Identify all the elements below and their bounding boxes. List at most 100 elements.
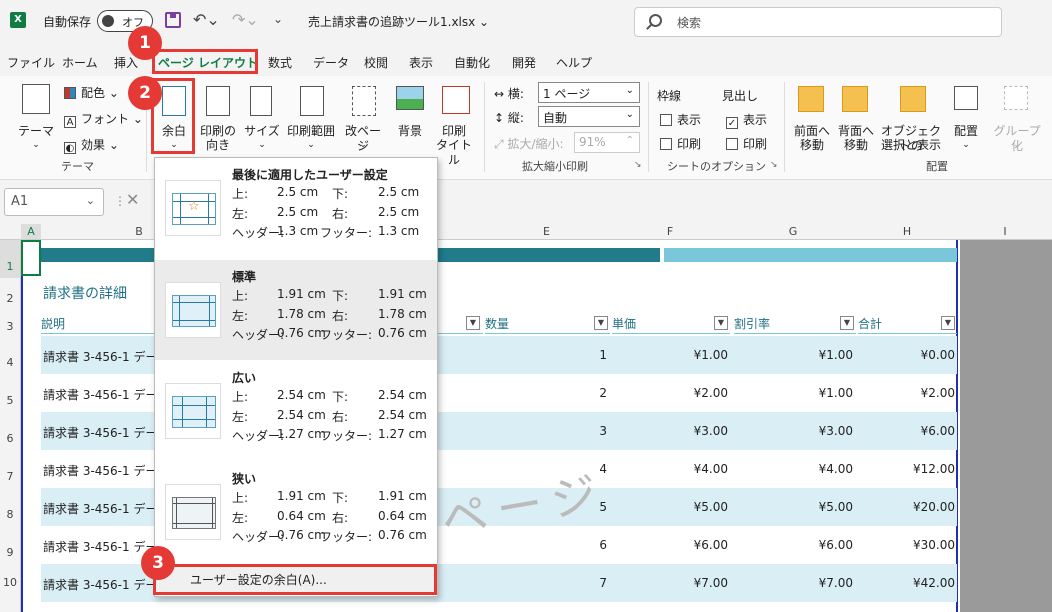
column-header[interactable]: A (21, 224, 41, 240)
cancel-entry-icon[interactable]: ✕ (126, 190, 139, 209)
quick-access-more-icon[interactable]: ⌄ (273, 12, 283, 26)
orientation-label-2: 向き (205, 138, 230, 152)
bring-forward-button[interactable]: 前面へ 移動 (790, 82, 834, 152)
value-left: 1.78 cm (277, 307, 326, 321)
headings-print-checkbox[interactable]: 印刷 (726, 135, 767, 152)
tab-data[interactable]: データ (313, 54, 349, 71)
margin-option-wide[interactable]: 広い 上: 2.54 cm 下: 2.54 cm 左: 2.54 cm 右: 2.54 cm… (155, 361, 437, 461)
active-cell[interactable] (21, 240, 41, 276)
row-header[interactable]: 5 (0, 374, 21, 412)
file-name[interactable]: 売上請求書の追跡ツール1.xlsx ⌄ (308, 13, 489, 30)
row-header[interactable]: 9 (0, 526, 21, 564)
width-select[interactable]: 1 ページ ⌄ (538, 82, 640, 103)
value-right: 0.64 cm (378, 509, 427, 523)
chevron-down-icon: ⌄ (625, 85, 634, 96)
cell-discount: ¥7.00 (818, 576, 853, 590)
gridlines-print-checkbox[interactable]: 印刷 (660, 135, 701, 152)
height-select[interactable]: 自動 ⌄ (538, 106, 640, 127)
headings-view-label: 表示 (743, 113, 768, 127)
row-header[interactable]: 4 (0, 336, 21, 374)
theme-colors-button[interactable]: 配色 ⌄ (64, 84, 119, 101)
column-header[interactable]: E (483, 224, 610, 240)
row-header[interactable]: 6 (0, 412, 21, 450)
margin-line (206, 397, 207, 427)
row-header[interactable]: 10 (0, 564, 21, 612)
orientation-button[interactable]: 印刷の 向き (198, 82, 238, 152)
margins-dropdown-menu: ☆ 最後に適用したユーザー設定 上: 2.5 cm 下: 2.5 cm 左: 2.5 c… (154, 157, 438, 597)
scale-input[interactable]: 91% ⌃ (574, 132, 640, 153)
dialog-launcher-icon[interactable]: ↘ (634, 160, 642, 170)
value-bottom: 2.54 cm (378, 388, 427, 402)
row-header[interactable]: 8 (0, 488, 21, 526)
gridlines-view-checkbox[interactable]: 表示 (660, 111, 701, 128)
filter-dropdown-icon[interactable]: ▼ (714, 316, 728, 330)
cell-description: 請求書 3-456-1 デー (43, 502, 158, 516)
label-left: 左: (232, 410, 249, 424)
theme-fonts-button[interactable]: A フォント ⌄ (64, 110, 143, 128)
tab-formulas[interactable]: 数式 (268, 54, 292, 71)
height-label: ↕ 縦: (494, 109, 524, 126)
row-header[interactable]: 1 (0, 240, 21, 278)
row-header[interactable]: 2 (0, 278, 21, 308)
filter-dropdown-icon[interactable]: ▼ (594, 316, 608, 330)
save-icon[interactable] (165, 12, 181, 28)
margin-option-title: 広い (232, 371, 257, 385)
scale-value: 91% (579, 135, 606, 149)
margin-option-last-custom[interactable]: ☆ 最後に適用したユーザー設定 上: 2.5 cm 下: 2.5 cm 左: 2.5 c… (155, 158, 437, 258)
align-label: 配置 (953, 124, 978, 138)
value-footer: 0.76 cm (378, 326, 427, 340)
vertical-dots-icon: ⋮ (114, 194, 126, 208)
column-header[interactable]: I (958, 224, 1052, 240)
themes-button[interactable]: テーマ ⌄ (14, 82, 58, 152)
headings-view-checkbox[interactable]: ✓ 表示 (726, 111, 767, 129)
outside-print-area (960, 240, 1052, 612)
dialog-launcher-icon[interactable]: ↘ (770, 160, 778, 170)
column-header[interactable]: G (730, 224, 856, 240)
tab-view[interactable]: 表示 (409, 54, 433, 71)
row-header[interactable]: 7 (0, 450, 21, 488)
tab-home[interactable]: ホーム (62, 54, 98, 71)
print-titles-label-2: タイトル (435, 138, 472, 167)
label-right: 右: (332, 410, 349, 424)
send-backward-button[interactable]: 背面へ 移動 (836, 82, 876, 152)
breaks-button[interactable]: 改ページ ⌄ (340, 82, 386, 153)
tab-review[interactable]: 校閲 (364, 54, 388, 71)
margin-option-narrow[interactable]: 狭い 上: 1.91 cm 下: 1.91 cm 左: 0.64 cm 右: 0.64 cm… (155, 462, 437, 562)
tab-developer[interactable]: 開発 (512, 54, 536, 71)
undo-icon[interactable]: ↶⌄ (193, 10, 220, 29)
cell-quantity: 3 (599, 424, 607, 438)
background-button[interactable]: 背景 (392, 82, 428, 152)
color-palette-icon (64, 87, 76, 99)
gridlines-print-label: 印刷 (677, 137, 702, 151)
filter-dropdown-icon[interactable]: ▼ (840, 316, 854, 330)
margin-line (179, 296, 180, 326)
group-objects-button[interactable]: グループ化 ⌄ (988, 82, 1046, 153)
row-header[interactable]: 3 (0, 308, 21, 336)
tab-help[interactable]: ヘルプ (556, 54, 592, 71)
margin-option-title: 標準 (232, 270, 257, 284)
value-footer: 0.76 cm (378, 528, 427, 542)
redo-icon[interactable]: ↷⌄ (232, 10, 259, 29)
name-box[interactable]: A1 ⌄ (4, 188, 104, 216)
search-box[interactable]: 検索 (634, 7, 1002, 37)
selection-pane-button[interactable]: オブジェクトの 選択と表示 (878, 82, 944, 153)
select-all-corner[interactable] (0, 224, 21, 240)
tab-file[interactable]: ファイル (7, 54, 55, 71)
width-value: 1 ページ (543, 87, 591, 101)
filter-dropdown-icon[interactable]: ▼ (466, 316, 480, 330)
chevron-down-icon: ⌄ (1013, 140, 1021, 150)
header-quantity: 数量 (485, 311, 610, 334)
column-header[interactable]: F (610, 224, 730, 240)
bring-forward-label-2: 移動 (799, 138, 824, 152)
margin-option-normal[interactable]: 標準 上: 1.91 cm 下: 1.91 cm 左: 1.78 cm 右: 1.78 cm… (155, 260, 437, 360)
step-badge-1: 1 (128, 26, 162, 60)
size-button[interactable]: サイズ ⌄ (244, 82, 280, 152)
column-header[interactable]: H (856, 224, 958, 240)
tab-automate[interactable]: 自動化 (454, 54, 490, 71)
align-button[interactable]: 配置 ⌄ (948, 82, 984, 152)
print-titles-button[interactable]: 印刷 タイトル (434, 82, 474, 167)
print-area-button[interactable]: 印刷範囲 ⌄ (286, 82, 336, 152)
filter-dropdown-icon[interactable]: ▼ (941, 316, 955, 330)
cell-total: ¥2.00 (920, 386, 955, 400)
theme-effects-button[interactable]: ◐ 効果 ⌄ (64, 136, 119, 154)
